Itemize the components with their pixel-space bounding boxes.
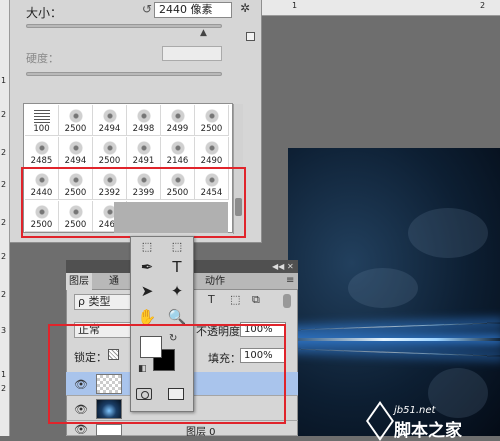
hardness-label: 硬度： <box>26 52 59 65</box>
brush-tip-icon <box>34 141 50 155</box>
brush-preset-item[interactable]: 2490 <box>195 137 229 168</box>
brush-tip-icon <box>204 109 220 123</box>
shape-filter-icon[interactable]: ⬚ <box>230 293 240 306</box>
layer-row[interactable]: 👁 图层 0 <box>66 422 298 438</box>
brush-tip-icon <box>68 109 84 123</box>
ruler-number: 1 <box>292 1 298 10</box>
brush-size-label: 2490 <box>200 156 223 166</box>
smoke-cloud <box>348 268 418 308</box>
path-selection-tool-icon[interactable]: ➤ <box>136 280 158 302</box>
ruler-number: 3 <box>1 326 7 335</box>
watermark-url: jb51.net <box>394 405 436 416</box>
foreground-color-swatch[interactable] <box>140 336 162 358</box>
brush-preset-item[interactable]: 2500 <box>195 105 229 136</box>
brush-size-label: 2494 <box>64 156 87 166</box>
smart-object-filter-icon[interactable]: ⧉ <box>252 293 260 307</box>
light-beam <box>288 322 500 331</box>
ruler-number: 1 <box>1 76 7 85</box>
ruler-number: 2 <box>1 252 7 261</box>
ruler-number: 2 <box>1 148 7 157</box>
crop-tool-icon[interactable]: ⬚ <box>166 236 188 258</box>
highlight-box <box>21 167 246 238</box>
highlight-box <box>48 324 286 424</box>
brush-preset-item[interactable]: 2146 <box>161 137 195 168</box>
light-beam <box>288 348 500 357</box>
brush-size-label: 2498 <box>132 124 155 134</box>
logo-icon <box>366 401 394 441</box>
size-label: 大小： <box>26 6 63 20</box>
type-filter-icon[interactable]: T <box>208 293 215 306</box>
ruler-number: 2 <box>1 384 7 393</box>
ruler-number: 2 <box>1 180 7 189</box>
kind-filter-select[interactable]: ρ 类型 <box>74 294 136 310</box>
brush-preset-item[interactable]: 2491 <box>127 137 161 168</box>
brush-preset-item[interactable]: 2494 <box>93 105 127 136</box>
brush-preset-item[interactable]: 2500 <box>59 105 93 136</box>
brush-tip-icon <box>136 109 152 123</box>
slider-thumb-icon[interactable]: ▲ <box>200 28 207 38</box>
hardness-input[interactable] <box>162 46 222 61</box>
brush-tip-icon <box>34 109 50 123</box>
tab-actions[interactable]: 动作 <box>202 273 228 290</box>
brush-preset-item[interactable]: 100 <box>25 105 59 136</box>
hardness-slider[interactable] <box>26 72 222 76</box>
brush-tip-icon <box>136 141 152 155</box>
panel-menu-icon[interactable]: ≡ <box>286 275 294 286</box>
close-icon[interactable]: ✕ <box>287 262 294 271</box>
brush-tip-icon <box>170 141 186 155</box>
ruler-number: 2 <box>1 290 7 299</box>
light-beam <box>288 338 500 341</box>
reset-size-icon[interactable]: ↺ <box>142 2 152 16</box>
type-tool-icon[interactable]: T <box>166 256 188 278</box>
brush-tip-icon <box>102 109 118 123</box>
document-canvas[interactable] <box>288 148 500 436</box>
watermark-name: 脚本之家 <box>394 421 462 441</box>
layer-thumbnail <box>96 424 122 436</box>
brush-preset-item[interactable]: 2500 <box>93 137 127 168</box>
brush-size-label: 2146 <box>166 156 189 166</box>
ruler-number: 1 <box>1 370 7 379</box>
brush-size-label: 100 <box>33 124 50 134</box>
ruler-number: 2 <box>480 1 486 10</box>
brush-tip-icon <box>204 141 220 155</box>
brush-size-label: 2500 <box>200 124 223 134</box>
eye-icon[interactable]: 👁 <box>74 423 88 436</box>
vertical-ruler: 1 2 2 2 2 2 2 3 1 2 <box>0 0 10 436</box>
custom-shape-tool-icon[interactable]: ✦ <box>166 280 188 302</box>
pen-tool-icon[interactable]: ✒ <box>136 256 158 278</box>
gear-icon[interactable]: ✲ <box>240 1 250 15</box>
brush-size-label: 2500 <box>98 156 121 166</box>
brush-preset-item[interactable]: 2485 <box>25 137 59 168</box>
brush-size-label: 2485 <box>30 156 53 166</box>
ruler-number: 2 <box>1 218 7 227</box>
brush-size-label: 2500 <box>64 124 87 134</box>
smoke-cloud <box>408 208 488 258</box>
brush-preset-item[interactable]: 2498 <box>127 105 161 136</box>
brush-size-label: 2491 <box>132 156 155 166</box>
ruler-number: 2 <box>1 110 7 119</box>
tab-layers[interactable]: 图层 <box>66 273 92 290</box>
horizontal-ruler: 1 2 <box>262 0 500 16</box>
tab-channels[interactable]: 通 <box>106 273 122 290</box>
brush-size-label: 2494 <box>98 124 121 134</box>
size-input[interactable]: 2440 像素 <box>154 2 232 18</box>
filter-toggle[interactable] <box>283 294 291 308</box>
site-watermark: jb51.net 脚本之家 <box>360 401 500 441</box>
collapse-icon[interactable]: ◀◀ <box>272 262 284 271</box>
new-preset-icon[interactable] <box>246 32 255 41</box>
marquee-tool-icon[interactable]: ⬚ <box>136 236 158 258</box>
brush-tip-icon <box>170 109 186 123</box>
brush-size-label: 2499 <box>166 124 189 134</box>
brush-preset-item[interactable]: 2499 <box>161 105 195 136</box>
brush-tip-icon <box>68 141 84 155</box>
brush-preset-item[interactable]: 2494 <box>59 137 93 168</box>
size-slider[interactable] <box>26 24 222 28</box>
brush-tip-icon <box>102 141 118 155</box>
